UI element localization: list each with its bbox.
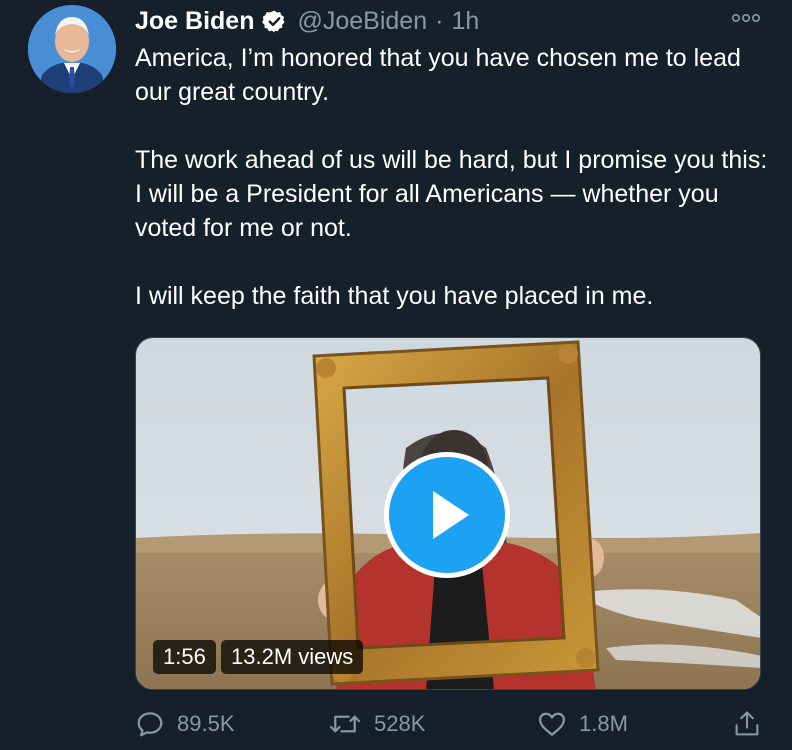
tweet-paragraph: America, I’m honored that you have chose… — [135, 44, 741, 106]
more-options-icon[interactable] — [731, 11, 760, 25]
reply-count: 89.5K — [177, 711, 235, 736]
verified-badge-icon — [262, 9, 287, 34]
share-button[interactable] — [733, 704, 761, 744]
author-handle[interactable]: @JoeBiden — [297, 7, 427, 36]
play-button[interactable] — [384, 452, 510, 578]
tweet-header: Joe Biden @JoeBiden · 1h — [135, 4, 479, 38]
video-duration: 1:56 — [153, 640, 216, 674]
avatar[interactable] — [28, 5, 116, 93]
play-icon — [433, 491, 469, 539]
tweet-text: America, I’m honored that you have chose… — [135, 41, 775, 313]
like-button[interactable]: 1.8M — [537, 704, 628, 744]
retweet-icon — [329, 715, 361, 733]
author-name[interactable]: Joe Biden — [135, 7, 254, 36]
tweet-timestamp[interactable]: 1h — [451, 7, 479, 36]
reply-icon — [137, 712, 163, 737]
heart-icon — [539, 712, 565, 736]
like-count: 1.8M — [579, 711, 628, 736]
tweet-paragraph: The work ahead of us will be hard, but I… — [135, 146, 768, 242]
video-view-count: 13.2M views — [221, 640, 364, 674]
share-icon — [735, 711, 759, 736]
retweet-count: 528K — [374, 711, 426, 736]
avatar-image — [28, 5, 116, 93]
reply-button[interactable]: 89.5K — [135, 704, 235, 744]
tweet-actions: 89.5K 528K 1.8M — [0, 704, 792, 750]
video-player[interactable]: 1:56 13.2M views — [135, 337, 761, 690]
tweet-paragraph: I will keep the faith that you have plac… — [135, 282, 654, 310]
separator-dot: · — [435, 6, 444, 35]
retweet-button[interactable]: 528K — [328, 704, 425, 744]
